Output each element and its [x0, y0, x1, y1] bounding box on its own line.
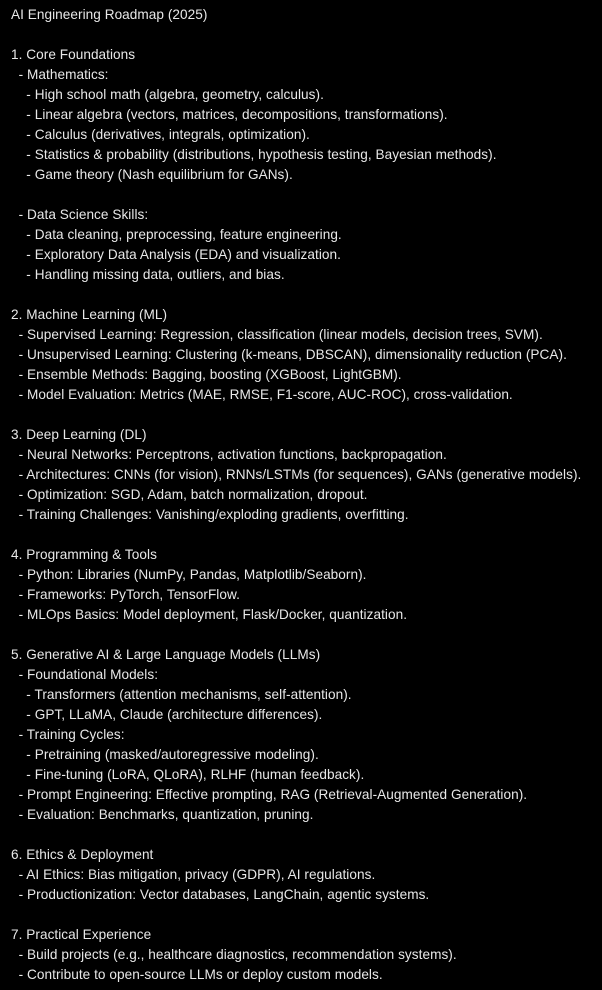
list-item: - Architectures: CNNs (for vision), RNNs… — [11, 467, 582, 482]
document-title: AI Engineering Roadmap (2025) — [11, 7, 208, 22]
section-heading-generative-ai: 5. Generative AI & Large Language Models… — [11, 647, 321, 662]
section-heading-machine-learning: 2. Machine Learning (ML) — [11, 307, 168, 322]
section-heading-ethics-deployment: 6. Ethics & Deployment — [11, 847, 154, 862]
list-item: - Training Challenges: Vanishing/explodi… — [11, 507, 409, 522]
list-item: - MLOps Basics: Model deployment, Flask/… — [11, 607, 408, 622]
list-item: - Statistics & probability (distribution… — [11, 147, 497, 162]
list-item: - Model Evaluation: Metrics (MAE, RMSE, … — [11, 387, 513, 402]
list-item: - Neural Networks: Perceptrons, activati… — [11, 447, 447, 462]
list-item: - Optimization: SGD, Adam, batch normali… — [11, 487, 368, 502]
subsection-foundational-models: - Foundational Models: — [11, 667, 159, 682]
section-heading-core-foundations: 1. Core Foundations — [11, 47, 136, 62]
list-item: - Contribute to open-source LLMs or depl… — [11, 967, 383, 982]
list-item: - Ensemble Methods: Bagging, boosting (X… — [11, 367, 402, 382]
section-heading-deep-learning: 3. Deep Learning (DL) — [11, 427, 147, 442]
list-item: - Exploratory Data Analysis (EDA) and vi… — [11, 247, 341, 262]
section-heading-practical-experience: 7. Practical Experience — [11, 927, 152, 942]
subsection-mathematics: - Mathematics: — [11, 67, 109, 82]
list-item: - Evaluation: Benchmarks, quantization, … — [11, 807, 314, 822]
list-item: - Calculus (derivatives, integrals, opti… — [11, 127, 310, 142]
list-item: - Pretraining (masked/autoregressive mod… — [11, 747, 319, 762]
list-item: - Supervised Learning: Regression, class… — [11, 327, 543, 342]
list-item: - AI Ethics: Bias mitigation, privacy (G… — [11, 867, 376, 882]
list-item: - Build projects (e.g., healthcare diagn… — [11, 947, 457, 962]
list-item: - Frameworks: PyTorch, TensorFlow. — [11, 587, 240, 602]
list-item: - High school math (algebra, geometry, c… — [11, 87, 324, 102]
subsection-training-cycles: - Training Cycles: — [11, 727, 125, 742]
list-item: - Unsupervised Learning: Clustering (k-m… — [11, 347, 567, 362]
list-item: - Transformers (attention mechanisms, se… — [11, 687, 352, 702]
list-item: - GPT, LLaMA, Claude (architecture diffe… — [11, 707, 323, 722]
section-heading-programming-tools: 4. Programming & Tools — [11, 547, 157, 562]
list-item: - Python: Libraries (NumPy, Pandas, Matp… — [11, 567, 367, 582]
list-item: - Data cleaning, preprocessing, feature … — [11, 227, 342, 242]
subsection-data-science-skills: - Data Science Skills: — [11, 207, 149, 222]
list-item: - Prompt Engineering: Effective promptin… — [11, 787, 528, 802]
list-item: - Linear algebra (vectors, matrices, dec… — [11, 107, 448, 122]
list-item: - Handling missing data, outliers, and b… — [11, 267, 285, 282]
document: AI Engineering Roadmap (2025) 1. Core Fo… — [0, 0, 602, 990]
list-item: - Productionization: Vector databases, L… — [11, 887, 430, 902]
list-item: - Game theory (Nash equilibrium for GANs… — [11, 167, 293, 182]
list-item: - Fine-tuning (LoRA, QLoRA), RLHF (human… — [11, 767, 365, 782]
